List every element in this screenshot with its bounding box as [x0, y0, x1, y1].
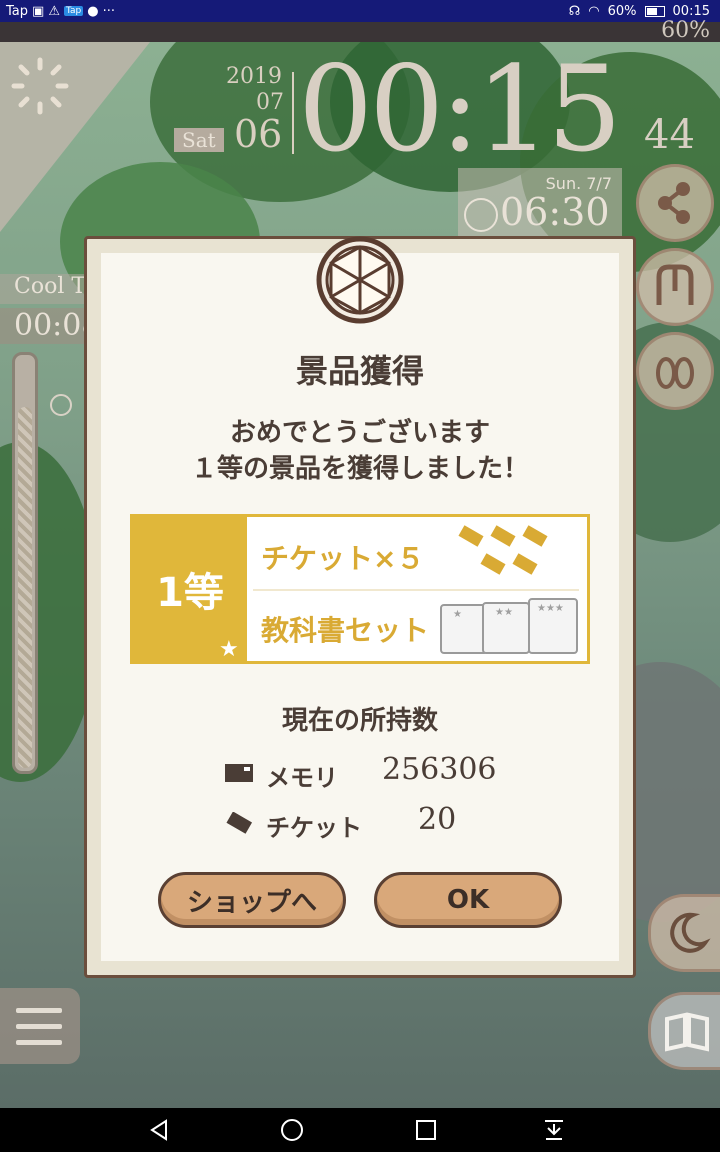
top-strip: 60% [0, 18, 720, 43]
battery-icon [644, 5, 665, 17]
alarm-bell-icon [464, 198, 498, 232]
status-time: 00:15 [672, 3, 710, 19]
clock-year: 2019 [226, 64, 282, 89]
ticket-icon [226, 812, 253, 834]
prize-card: 1等 ★ チケット×５ 教科書セット ★ ★★ ★★★ [130, 514, 590, 664]
more-notifications-icon: ··· [102, 3, 115, 19]
status-app-label: Tap [6, 3, 29, 19]
status-bar: Tap ▣ ⚠ Tap ● ··· ☊ ◠ 60% 00:15 [0, 0, 720, 22]
clock-divider [292, 72, 294, 154]
holdings-ticket-row: チケット 20 [224, 802, 524, 844]
battery-ghost-text: 60% [661, 18, 710, 43]
book-icon [665, 1012, 709, 1052]
warning-icon: ⚠ [48, 3, 60, 19]
holdings-memory-row: メモリ 256306 [224, 752, 524, 794]
recents-icon[interactable] [414, 1118, 438, 1142]
alarm-time: 06:30 [500, 190, 610, 234]
navigation-bar [0, 1108, 720, 1152]
pose-button[interactable] [636, 248, 714, 326]
notification-pull-icon[interactable] [542, 1118, 566, 1142]
star-icon: ★ [219, 637, 239, 662]
app-icon: ● [87, 3, 99, 19]
memory-label: メモリ [266, 764, 338, 792]
memory-value: 256306 [382, 752, 497, 787]
notification-icon: ▣ [32, 3, 45, 19]
share-button[interactable] [636, 164, 714, 242]
weather-sun-icon[interactable] [10, 56, 70, 116]
home-icon[interactable] [280, 1118, 304, 1142]
shop-button[interactable]: ショップへ [158, 872, 346, 928]
prize-message: １等の景品を獲得しました！ [190, 454, 529, 484]
svg-text:★: ★ [453, 609, 462, 620]
wifi-icon: ◠ [588, 3, 600, 19]
asanoha-emblem-icon [316, 236, 404, 324]
clock-day: 06 [234, 112, 283, 156]
holdings-title: 現在の所持数 [281, 706, 438, 736]
congrats-message: おめでとうございます [229, 418, 490, 448]
clock-weekday: Sat [174, 128, 224, 152]
app-badge: Tap [63, 6, 84, 16]
prize-item-textbooks: 教科書セット [261, 614, 430, 647]
svg-text:★★: ★★ [495, 607, 513, 618]
headphones-icon: ☊ [568, 3, 581, 19]
clock-time: 00:15 [298, 42, 622, 178]
moon-icon [670, 912, 711, 953]
svg-text:★★★: ★★★ [537, 603, 564, 614]
memory-card-icon [225, 764, 253, 782]
sleep-button[interactable] [648, 894, 720, 972]
menu-button[interactable] [0, 988, 80, 1064]
share-icon [658, 182, 690, 224]
ok-button[interactable]: OK [374, 872, 562, 928]
pose-icon [656, 264, 694, 305]
back-icon[interactable] [148, 1118, 172, 1142]
ticket-value: 20 [418, 802, 457, 837]
book-button[interactable] [648, 992, 720, 1070]
prize-divider [253, 589, 579, 591]
clock-seconds: 44 [644, 112, 695, 158]
textbooks-illustration-icon: ★ ★★ ★★★ [440, 598, 578, 654]
tickets-illustration-icon [457, 523, 551, 578]
prize-item-tickets: チケット×５ [261, 542, 425, 575]
ticket-label: チケット [266, 814, 362, 842]
alarm-panel[interactable]: Sun. 7/7 06:30 [458, 168, 622, 238]
dialog-title: 景品獲得 [295, 352, 424, 390]
battery-percent: 60% [607, 3, 637, 19]
